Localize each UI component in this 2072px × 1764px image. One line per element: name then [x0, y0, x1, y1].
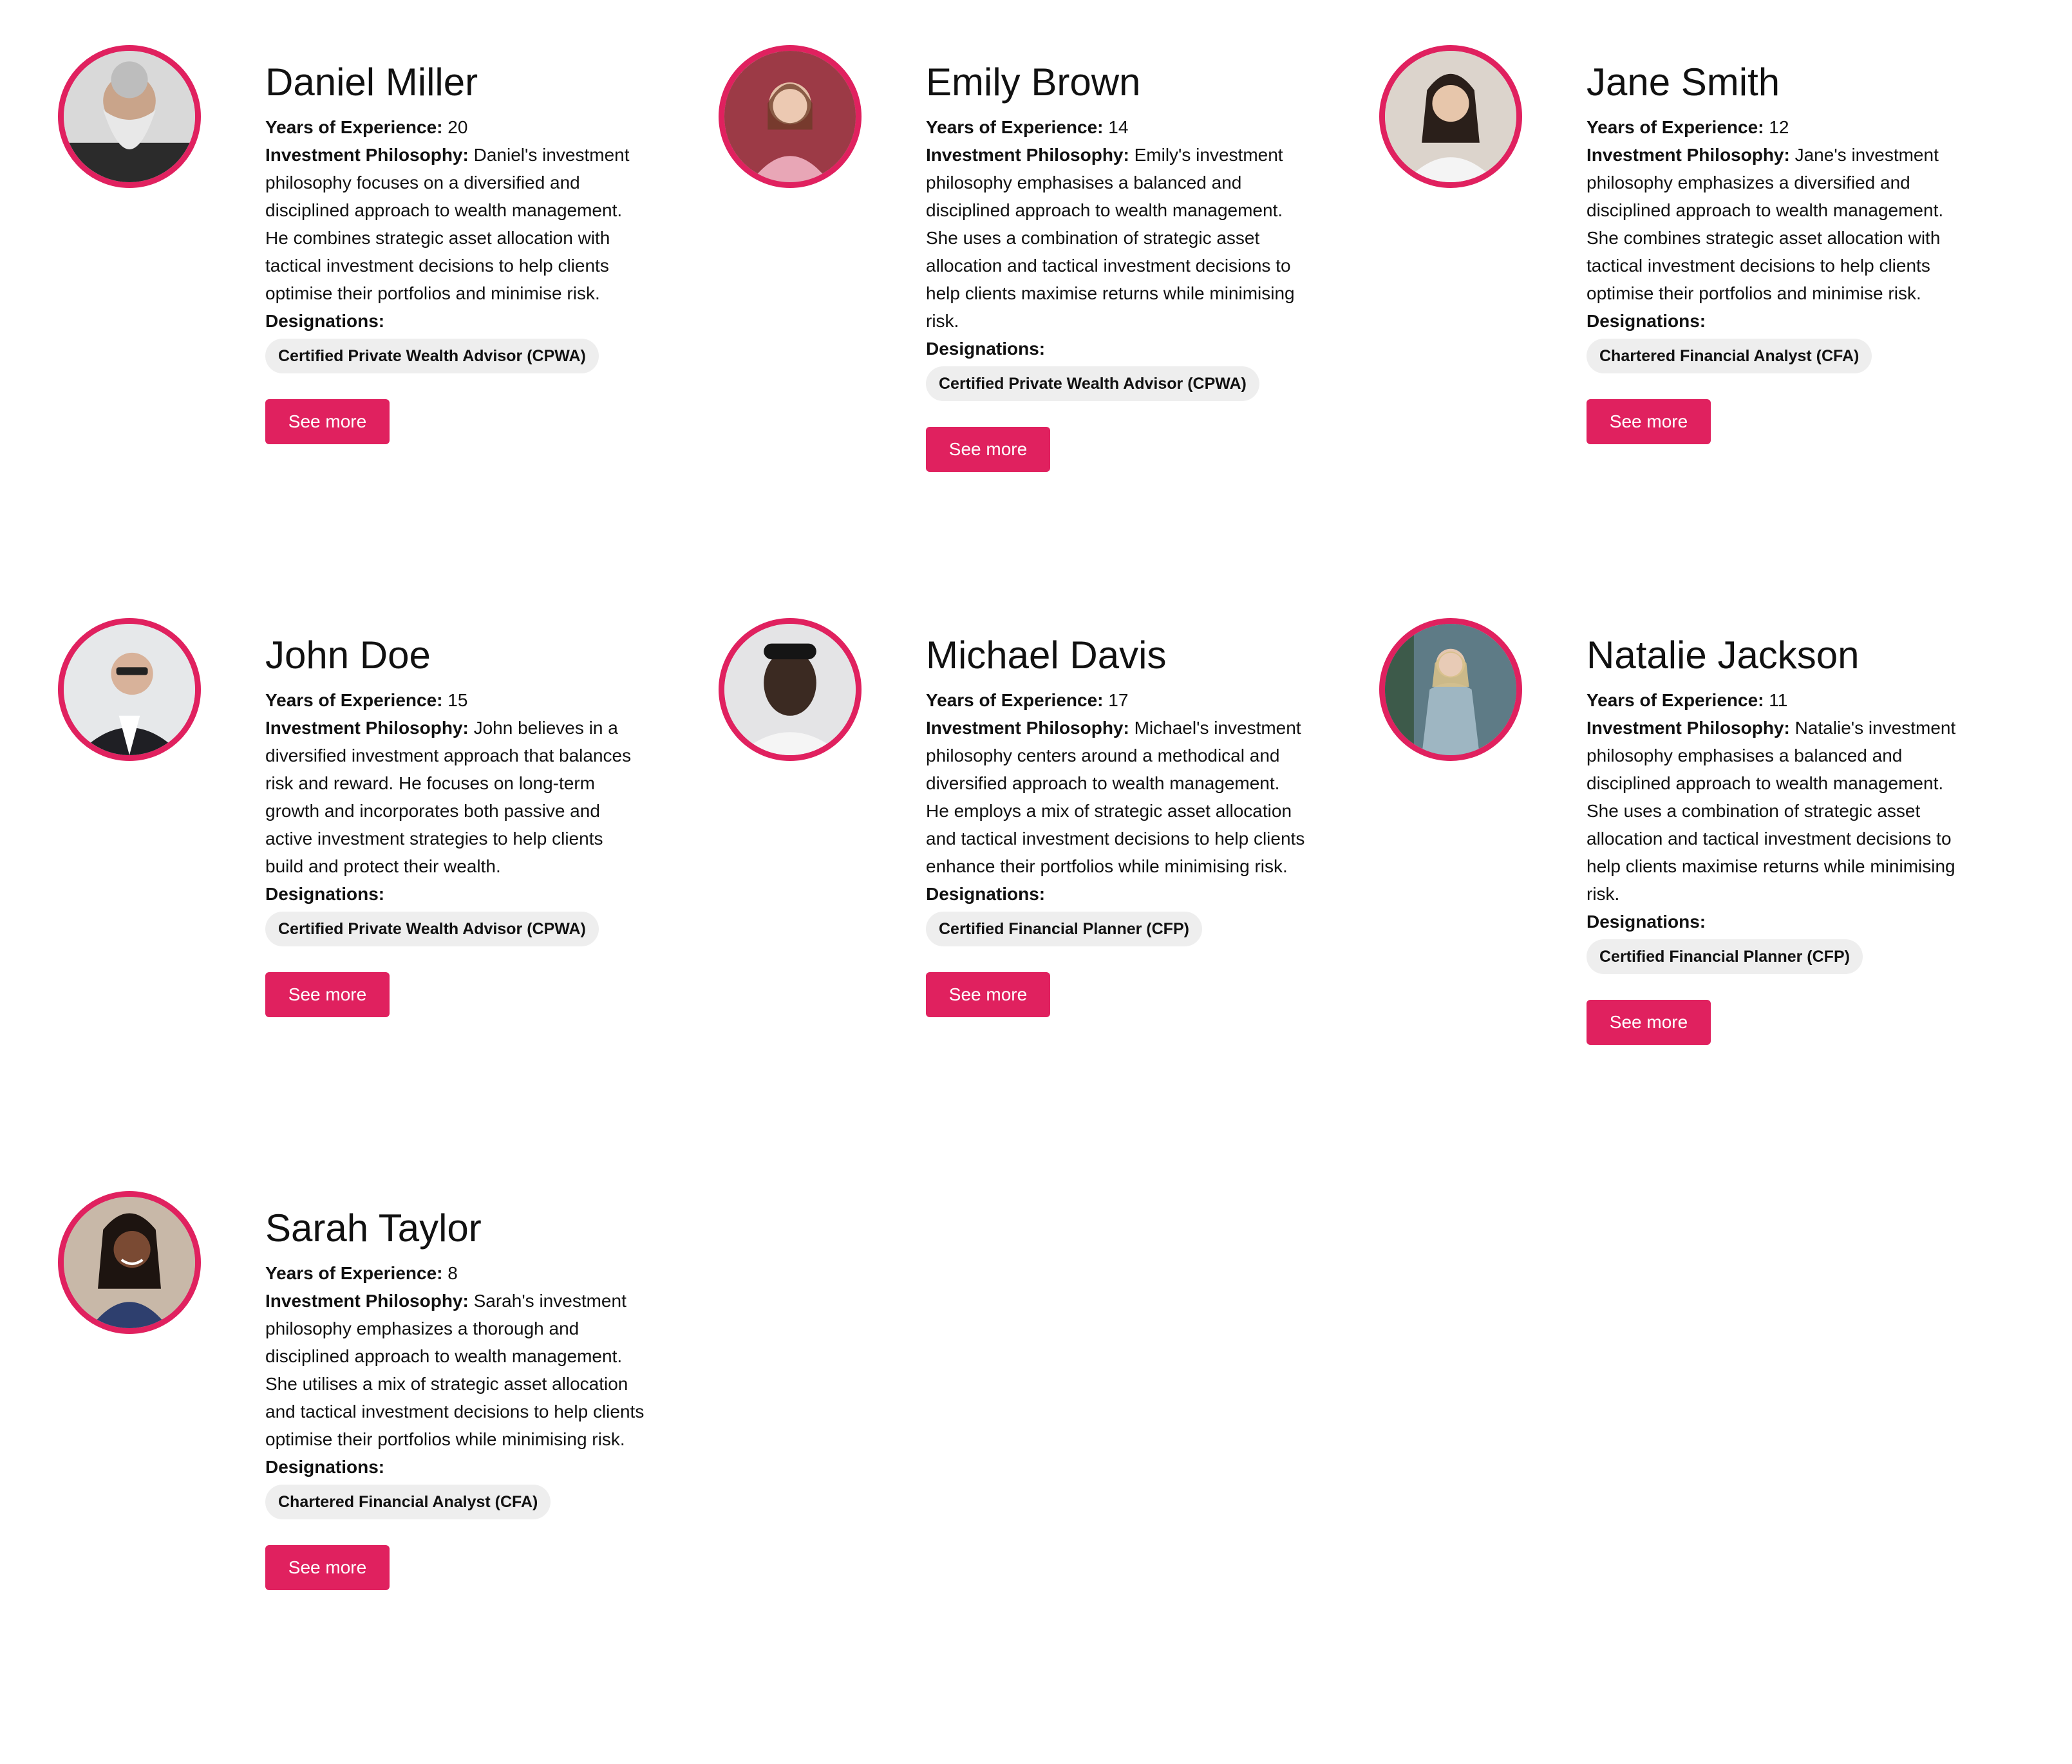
advisor-name: Sarah Taylor: [265, 1206, 482, 1250]
experience-label: Years of Experience:: [926, 690, 1104, 710]
advisor-grid: Daniel Miller Years of Experience: 20 In…: [58, 45, 2015, 1764]
experience-label: Years of Experience:: [265, 690, 443, 710]
avatar: [58, 618, 201, 761]
avatar: [719, 45, 862, 188]
advisor-name: Jane Smith: [1587, 61, 1780, 104]
designation-chip: Certified Financial Planner (CFP): [926, 912, 1202, 946]
designation-chip: Chartered Financial Analyst (CFA): [1587, 339, 1872, 373]
philosophy-label: Investment Philosophy:: [265, 145, 469, 165]
advisor-name: Michael Davis: [926, 633, 1167, 677]
designations-label: Designations:: [265, 311, 385, 331]
designations-label: Designations:: [1587, 311, 1706, 331]
advisor-card: Sarah Taylor Years of Experience: 8 Inve…: [58, 1191, 719, 1764]
designation-chip: Certified Financial Planner (CFP): [1587, 939, 1863, 974]
philosophy-label: Investment Philosophy:: [926, 718, 1129, 738]
advisor-name: Natalie Jackson: [1587, 633, 1860, 677]
advisor-name: Emily Brown: [926, 61, 1141, 104]
experience-value: 20: [447, 117, 468, 137]
avatar: [1379, 618, 1522, 761]
experience-label: Years of Experience:: [926, 117, 1104, 137]
designations-label: Designations:: [926, 884, 1046, 904]
advisor-name: John Doe: [265, 633, 431, 677]
see-more-button[interactable]: See more: [265, 399, 390, 444]
advisor-card: Emily Brown Years of Experience: 14 Inve…: [719, 45, 1379, 618]
see-more-button[interactable]: See more: [926, 972, 1050, 1017]
philosophy-label: Investment Philosophy:: [1587, 145, 1790, 165]
designations-label: Designations:: [926, 339, 1046, 359]
philosophy-label: Investment Philosophy:: [926, 145, 1129, 165]
philosophy-text: Natalie's investment philosophy emphasis…: [1587, 718, 1956, 904]
philosophy-text: Emily's investment philosophy emphasises…: [926, 145, 1295, 331]
philosophy-text: Daniel's investment philosophy focuses o…: [265, 145, 630, 303]
philosophy-label: Investment Philosophy:: [265, 718, 469, 738]
experience-value: 14: [1108, 117, 1129, 137]
see-more-button[interactable]: See more: [926, 427, 1050, 472]
designation-chip: Chartered Financial Analyst (CFA): [265, 1485, 551, 1519]
experience-value: 15: [447, 690, 468, 710]
designations-label: Designations:: [1587, 912, 1706, 932]
see-more-button[interactable]: See more: [265, 1545, 390, 1590]
philosophy-text: Sarah's investment philosophy emphasizes…: [265, 1291, 645, 1449]
philosophy-label: Investment Philosophy:: [1587, 718, 1790, 738]
advisor-card: John Doe Years of Experience: 15 Investm…: [58, 618, 719, 1191]
experience-label: Years of Experience:: [265, 117, 443, 137]
experience-label: Years of Experience:: [265, 1263, 443, 1283]
designation-chip: Certified Private Wealth Advisor (CPWA): [265, 339, 599, 373]
designations-label: Designations:: [265, 1457, 385, 1477]
philosophy-text: Jane's investment philosophy emphasizes …: [1587, 145, 1944, 303]
avatar: [719, 618, 862, 761]
experience-label: Years of Experience:: [1587, 690, 1764, 710]
designations-label: Designations:: [265, 884, 385, 904]
experience-value: 11: [1769, 690, 1788, 710]
advisor-card: Michael Davis Years of Experience: 17 In…: [719, 618, 1379, 1191]
designation-chip: Certified Private Wealth Advisor (CPWA): [265, 912, 599, 946]
avatar: [58, 1191, 201, 1334]
philosophy-text: John believes in a diversified investmen…: [265, 718, 632, 876]
advisor-name: Daniel Miller: [265, 61, 478, 104]
philosophy-label: Investment Philosophy:: [265, 1291, 469, 1311]
experience-value: 17: [1108, 690, 1129, 710]
experience-value: 12: [1769, 117, 1789, 137]
see-more-button[interactable]: See more: [1587, 399, 1711, 444]
advisor-card: Daniel Miller Years of Experience: 20 In…: [58, 45, 719, 618]
philosophy-text: Michael's investment philosophy centers …: [926, 718, 1305, 876]
see-more-button[interactable]: See more: [1587, 1000, 1711, 1045]
see-more-button[interactable]: See more: [265, 972, 390, 1017]
avatar: [58, 45, 201, 188]
advisor-card: Natalie Jackson Years of Experience: 11 …: [1379, 618, 2040, 1191]
experience-value: 8: [447, 1263, 458, 1283]
designation-chip: Certified Private Wealth Advisor (CPWA): [926, 366, 1259, 401]
experience-label: Years of Experience:: [1587, 117, 1764, 137]
advisor-card: Jane Smith Years of Experience: 12 Inves…: [1379, 45, 2040, 618]
avatar: [1379, 45, 1522, 188]
